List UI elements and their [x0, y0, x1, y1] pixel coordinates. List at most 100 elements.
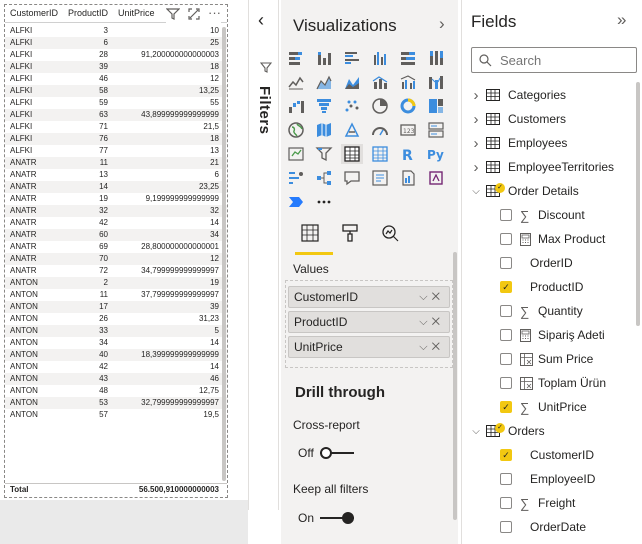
- more-visuals-icon[interactable]: [313, 192, 335, 212]
- qa-visual-icon[interactable]: [341, 168, 363, 188]
- field-customerid[interactable]: ✓ CustomerID: [462, 443, 634, 467]
- funnel-chart-icon[interactable]: [313, 96, 335, 116]
- table-row[interactable]: ALFKI 63 43,899999999999999: [5, 109, 227, 121]
- table-row[interactable]: ANATR 60 34: [5, 229, 227, 241]
- format-visual-tab[interactable]: [339, 222, 361, 244]
- chevron-left-icon[interactable]: ‹: [258, 10, 264, 31]
- field-toplam-r-n[interactable]: Toplam Ürün: [462, 371, 634, 395]
- chevron-down-icon[interactable]: ⌵✕: [419, 312, 444, 332]
- field-checkbox[interactable]: [500, 353, 512, 365]
- r-script-visual-icon[interactable]: R: [397, 144, 419, 164]
- field-table-employeeterritories[interactable]: › EmployeeTerritories: [462, 155, 634, 179]
- table-row[interactable]: ALFKI 58 13,25: [5, 85, 227, 97]
- analytics-tab[interactable]: [379, 222, 401, 244]
- viz-scrollbar[interactable]: [453, 252, 457, 520]
- scatter-chart-icon[interactable]: [341, 96, 363, 116]
- field-employeeid[interactable]: EmployeeID: [462, 467, 634, 491]
- table-row[interactable]: ANTON 48 12,75: [5, 385, 227, 397]
- line-and-stacked-column-icon[interactable]: [369, 72, 391, 92]
- field-checkbox[interactable]: [500, 305, 512, 317]
- field-max-product[interactable]: Max Product: [462, 227, 634, 251]
- column-header-productid[interactable]: ProductID: [60, 5, 112, 22]
- field-table-categories[interactable]: › Categories: [462, 83, 634, 107]
- table-row[interactable]: ANTON 33 5: [5, 325, 227, 337]
- field-checkbox[interactable]: [500, 521, 512, 533]
- field-checkbox[interactable]: [500, 497, 512, 509]
- stacked-column-chart-icon[interactable]: [313, 48, 335, 68]
- field-table-orders[interactable]: ⌵ ✓ Orders: [462, 419, 634, 443]
- power-apps-icon[interactable]: [425, 168, 447, 188]
- table-icon[interactable]: [341, 144, 363, 164]
- field-checkbox[interactable]: ✓: [500, 401, 512, 413]
- chevron-right-icon[interactable]: ›: [470, 159, 482, 176]
- field-checkbox[interactable]: [500, 473, 512, 485]
- toggle-switch[interactable]: [320, 512, 355, 524]
- focus-mode-icon[interactable]: [187, 7, 201, 24]
- stacked-bar-chart-icon[interactable]: [285, 48, 307, 68]
- field-table-customers[interactable]: › Customers: [462, 107, 634, 131]
- collapse-pane-icon[interactable]: »: [617, 10, 626, 30]
- key-influencers-icon[interactable]: [285, 168, 307, 188]
- gauge-icon[interactable]: [369, 120, 391, 140]
- keep-all-filters-toggle[interactable]: On: [298, 511, 355, 525]
- table-row[interactable]: ANTON 34 14: [5, 337, 227, 349]
- table-row[interactable]: ANTON 17 39: [5, 301, 227, 313]
- chevron-right-icon[interactable]: ›: [470, 135, 482, 152]
- kpi-icon[interactable]: [285, 144, 307, 164]
- pie-chart-icon[interactable]: [369, 96, 391, 116]
- table-row[interactable]: ANATR 11 21: [5, 157, 227, 169]
- chevron-right-icon[interactable]: ›: [470, 111, 482, 128]
- fields-search[interactable]: [471, 47, 637, 73]
- smart-narrative-icon[interactable]: [369, 168, 391, 188]
- filters-label[interactable]: Filters: [256, 86, 273, 135]
- chevron-down-icon[interactable]: ⌵: [470, 426, 482, 437]
- treemap-icon[interactable]: [425, 96, 447, 116]
- table-row[interactable]: ANATR 19 9,199999999999999: [5, 193, 227, 205]
- more-options-icon[interactable]: ···: [208, 6, 221, 24]
- field-checkbox[interactable]: [500, 329, 512, 341]
- table-row[interactable]: ANTON 40 18,399999999999999: [5, 349, 227, 361]
- field-quantity[interactable]: ∑ Quantity: [462, 299, 634, 323]
- values-well-customerid[interactable]: CustomerID ⌵✕: [288, 286, 450, 308]
- field-orderdate[interactable]: OrderDate: [462, 515, 634, 539]
- table-row[interactable]: ALFKI 59 55: [5, 97, 227, 109]
- waterfall-chart-icon[interactable]: [285, 96, 307, 116]
- table-row[interactable]: ALFKI 6 25: [5, 37, 227, 49]
- field-unitprice[interactable]: ✓ ∑ UnitPrice: [462, 395, 634, 419]
- chevron-down-icon[interactable]: ⌵: [470, 186, 482, 197]
- field-checkbox[interactable]: [500, 209, 512, 221]
- filled-map-icon[interactable]: [313, 120, 335, 140]
- 100-stacked-column-icon[interactable]: [425, 48, 447, 68]
- table-row[interactable]: ALFKI 3 10: [5, 25, 227, 37]
- column-header-customerid[interactable]: CustomerID: [5, 5, 60, 22]
- table-row[interactable]: ANATR 14 23,25: [5, 181, 227, 193]
- power-automate-icon[interactable]: [285, 192, 307, 212]
- table-row[interactable]: ANTON 53 32,799999999999997: [5, 397, 227, 409]
- fields-scrollbar[interactable]: [636, 82, 640, 326]
- area-chart-icon[interactable]: [313, 72, 335, 92]
- python-visual-icon[interactable]: Py: [425, 144, 447, 164]
- table-row[interactable]: ALFKI 77 13: [5, 145, 227, 157]
- table-visual[interactable]: CustomerID ProductID UnitPrice ··· ALFKI…: [4, 4, 228, 498]
- field-table-employees[interactable]: › Employees: [462, 131, 634, 155]
- field-productid[interactable]: ✓ ProductID: [462, 275, 634, 299]
- table-row[interactable]: ANATR 13 6: [5, 169, 227, 181]
- field-checkbox[interactable]: [500, 377, 512, 389]
- chevron-right-icon[interactable]: ›: [439, 14, 445, 34]
- table-row[interactable]: ANTON 26 31,23: [5, 313, 227, 325]
- line-chart-icon[interactable]: [285, 72, 307, 92]
- values-well-unitprice[interactable]: UnitPrice ⌵✕: [288, 336, 450, 358]
- filter-icon[interactable]: [165, 7, 181, 24]
- search-input[interactable]: [498, 51, 628, 69]
- field-discount[interactable]: ∑ Discount: [462, 203, 634, 227]
- stacked-area-chart-icon[interactable]: [341, 72, 363, 92]
- multi-row-card-icon[interactable]: [425, 120, 447, 140]
- table-row[interactable]: ALFKI 76 18: [5, 133, 227, 145]
- slicer-icon[interactable]: [313, 144, 335, 164]
- clustered-column-chart-icon[interactable]: [369, 48, 391, 68]
- table-row[interactable]: ANATR 42 14: [5, 217, 227, 229]
- table-row[interactable]: ANTON 42 14: [5, 361, 227, 373]
- table-scrollbar[interactable]: [222, 27, 226, 481]
- table-row[interactable]: ANTON 57 19,5: [5, 409, 227, 421]
- 100-stacked-bar-icon[interactable]: [397, 48, 419, 68]
